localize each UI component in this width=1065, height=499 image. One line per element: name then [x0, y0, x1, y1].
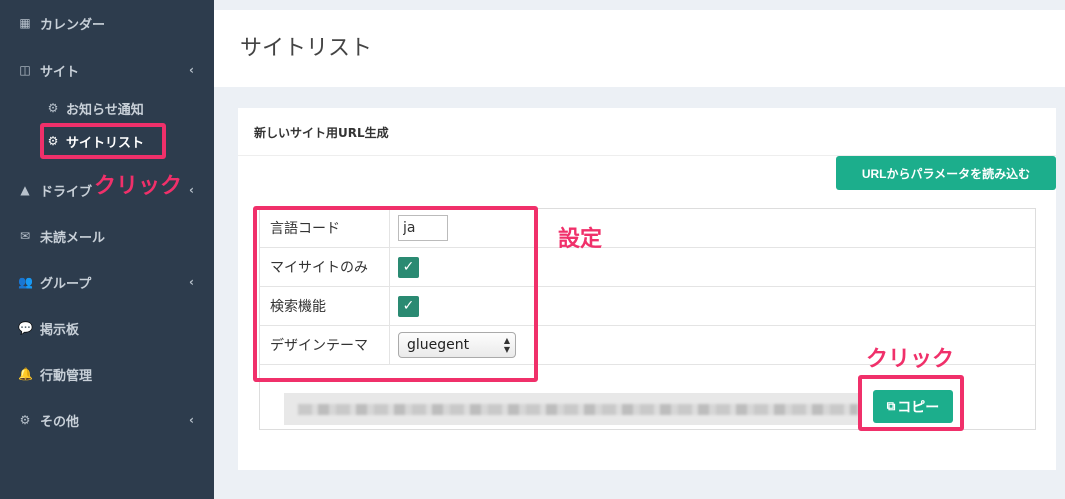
calendar-icon: ▦	[19, 16, 31, 30]
page-title: サイトリスト	[240, 36, 373, 61]
annotation-click-copy: クリック	[866, 347, 955, 372]
sidebar-item-calendar[interactable]: ▦ カレンダー	[0, 8, 214, 38]
box-title: 新しいサイト用URL生成	[254, 126, 389, 140]
gears-icon: ⚙	[47, 101, 59, 115]
highlight-site-list	[40, 123, 166, 159]
sidebar-item-label: 行動管理	[40, 368, 93, 384]
page-header: サイトリスト	[214, 10, 1065, 87]
gears-icon: ⚙	[19, 413, 31, 427]
highlight-copy-button	[858, 375, 964, 431]
comments-icon: 💬	[18, 321, 33, 335]
bell-icon: 🔔	[18, 367, 33, 381]
chevron-left-icon: ‹	[189, 183, 194, 197]
sidebar: ▦ カレンダー ◫ サイト ‹ ⚙ お知らせ通知 ⚙ サイトリスト ▲ ドライブ…	[0, 0, 214, 499]
sidebar-item-other[interactable]: ⚙ その他 ‹	[0, 405, 214, 435]
users-icon: 👥	[18, 275, 33, 289]
annotation-click-sidebar: クリック	[94, 174, 183, 199]
sidebar-item-group[interactable]: 👥 グループ ‹	[0, 267, 214, 297]
sidebar-item-label: その他	[40, 414, 80, 430]
sidebar-item-board[interactable]: 💬 掲示板	[0, 313, 214, 343]
sidebar-item-label: カレンダー	[40, 17, 106, 33]
sidebar-item-unread-mail[interactable]: ✉ 未読メール	[0, 221, 214, 251]
sidebar-item-label: お知らせ通知	[66, 102, 144, 118]
highlight-settings	[253, 206, 538, 382]
chevron-left-icon: ‹	[189, 275, 194, 289]
sidebar-item-label: 未読メール	[40, 230, 106, 246]
sidebar-item-site[interactable]: ◫ サイト ‹	[0, 55, 214, 85]
box-header: 新しいサイト用URL生成	[238, 108, 1056, 156]
sidebar-item-activity[interactable]: 🔔 行動管理	[0, 359, 214, 389]
sidebar-item-label: 掲示板	[40, 322, 80, 338]
sidebar-item-notifications[interactable]: ⚙ お知らせ通知	[0, 94, 214, 122]
chevron-left-icon: ‹	[189, 63, 194, 77]
chevron-left-icon: ‹	[189, 413, 194, 427]
annotation-settings: 設定	[558, 227, 603, 252]
sidebar-item-label: グループ	[40, 276, 92, 292]
generated-url-field[interactable]	[284, 393, 860, 425]
sidebar-item-label: ドライブ	[40, 184, 93, 200]
blurred-url	[298, 404, 858, 415]
drive-icon: ▲	[20, 183, 30, 197]
sidebar-item-label: サイト	[40, 64, 80, 80]
envelope-icon: ✉	[19, 229, 31, 243]
load-params-button[interactable]: URLからパラメータを読み込む	[836, 156, 1056, 190]
columns-icon: ◫	[19, 63, 31, 77]
